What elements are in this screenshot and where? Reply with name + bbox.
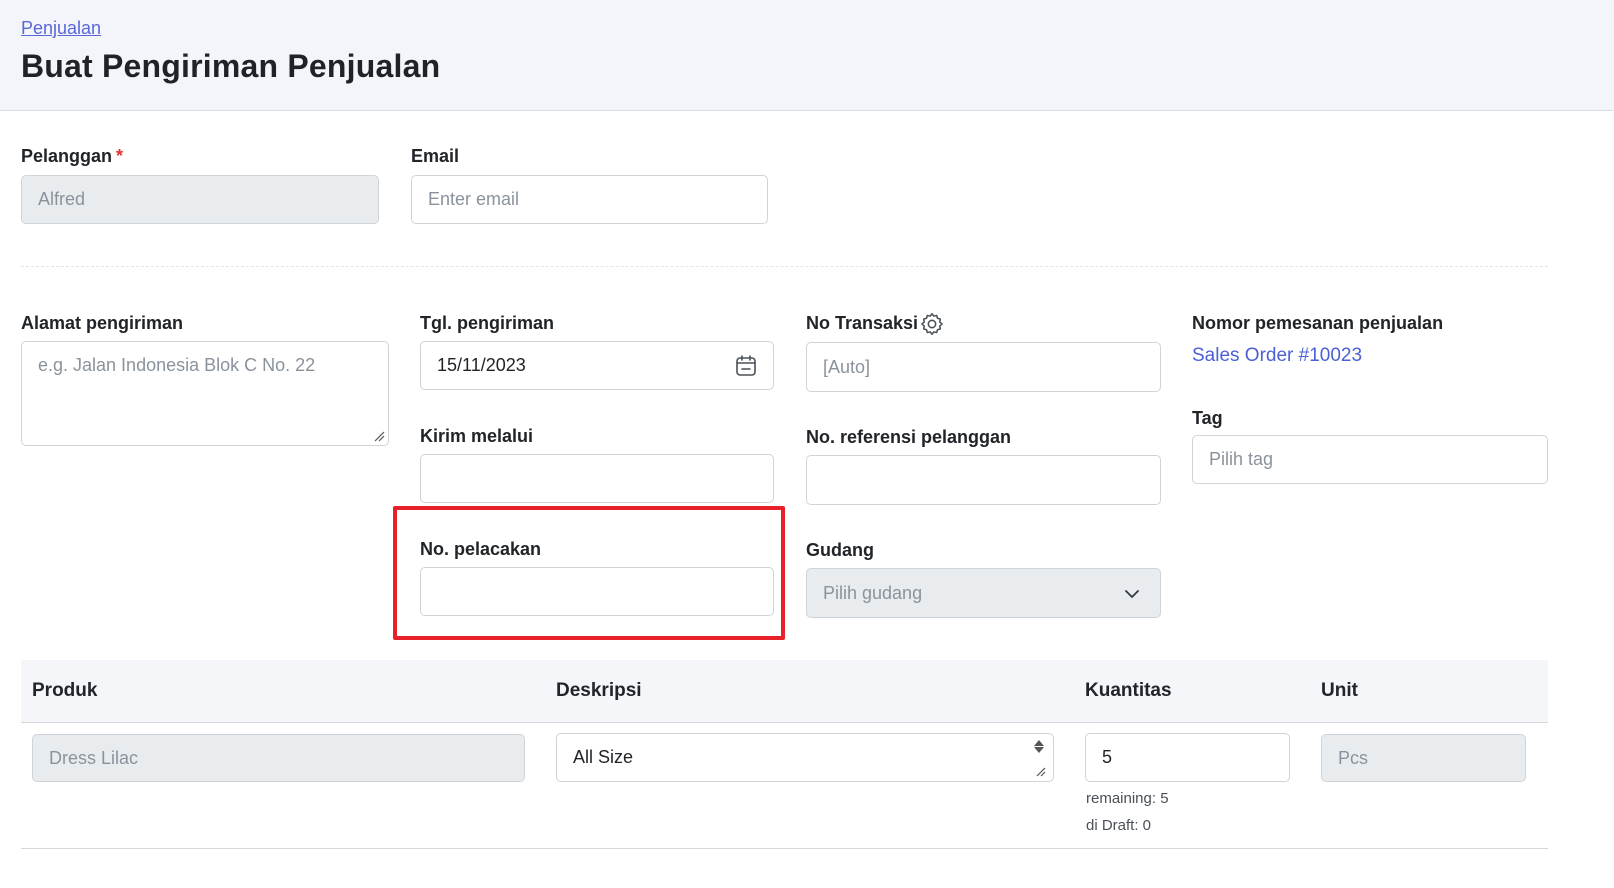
warehouse-placeholder: Pilih gudang <box>823 582 923 603</box>
quantity-field[interactable]: 5 <box>1085 733 1290 782</box>
scroll-arrows-icon[interactable] <box>1029 738 1049 778</box>
shipping-date-field[interactable]: 15/11/2023 <box>420 341 774 390</box>
warehouse-select[interactable]: Pilih gudang <box>806 568 1161 618</box>
description-field[interactable]: All Size <box>556 733 1054 782</box>
unit-field[interactable]: Pcs <box>1321 734 1526 782</box>
tag-placeholder: Pilih tag <box>1209 449 1274 469</box>
table-header: Produk Deskripsi Kuantitas Unit <box>21 660 1548 723</box>
section-divider <box>21 266 1548 267</box>
ship-via-field[interactable] <box>420 454 774 503</box>
customer-value: Alfred <box>38 189 86 209</box>
resize-grip-icon[interactable] <box>374 431 385 442</box>
sales-order-link[interactable]: Sales Order #10023 <box>1192 345 1362 367</box>
chevron-down-icon[interactable] <box>1123 585 1141 603</box>
shipping-address-placeholder: e.g. Jalan Indonesia Blok C No. 22 <box>38 355 316 375</box>
customer-field[interactable]: Alfred <box>21 175 379 224</box>
customer-label-text: Pelanggan <box>21 146 113 166</box>
unit-value: Pcs <box>1338 747 1369 768</box>
email-placeholder: Enter email <box>428 189 520 209</box>
description-scrollbar[interactable] <box>1029 738 1049 778</box>
transaction-no-placeholder: [Auto] <box>823 356 871 377</box>
email-label: Email <box>411 146 460 166</box>
tag-select[interactable]: Pilih tag <box>1192 435 1548 484</box>
ship-via-label: Kirim melalui <box>420 426 534 446</box>
sales-order-label: Nomor pemesanan penjualan <box>1192 313 1444 333</box>
product-field[interactable]: Dress Lilac <box>32 734 525 782</box>
customer-reference-label: No. referensi pelanggan <box>806 427 1012 447</box>
shipping-address-label: Alamat pengiriman <box>21 313 184 333</box>
customer-reference-field[interactable] <box>806 455 1161 505</box>
page-title: Buat Pengiriman Penjualan <box>21 48 441 84</box>
breadcrumb-penjualan[interactable]: Penjualan <box>21 18 101 39</box>
remaining-text: remaining: 5 <box>1086 790 1169 807</box>
product-value: Dress Lilac <box>49 747 139 768</box>
description-value: All Size <box>573 747 634 767</box>
transaction-no-label: No Transaksi <box>806 313 919 333</box>
shipping-date-label: Tgl. pengiriman <box>420 313 555 333</box>
page-header: Penjualan Buat Pengiriman Penjualan <box>0 0 1614 111</box>
transaction-no-field[interactable]: [Auto] <box>806 342 1161 392</box>
quantity-value: 5 <box>1102 747 1113 767</box>
tracking-no-field[interactable] <box>420 567 774 616</box>
table-row-divider <box>21 848 1548 849</box>
column-header-kuantitas: Kuantitas <box>1085 680 1172 701</box>
shipping-address-textarea[interactable]: e.g. Jalan Indonesia Blok C No. 22 <box>21 341 389 446</box>
shipping-date-value: 15/11/2023 <box>437 355 526 375</box>
warehouse-label: Gudang <box>806 540 874 560</box>
column-header-unit: Unit <box>1321 680 1358 701</box>
tracking-no-label: No. pelacakan <box>420 539 542 559</box>
calendar-icon[interactable] <box>734 354 758 378</box>
required-mark: * <box>116 146 124 166</box>
email-field[interactable]: Enter email <box>411 175 768 224</box>
tag-label: Tag <box>1192 408 1223 428</box>
customer-label: Pelanggan * <box>21 146 123 167</box>
gear-icon[interactable] <box>919 311 945 337</box>
draft-text: di Draft: 0 <box>1086 817 1152 834</box>
column-header-deskripsi: Deskripsi <box>556 680 642 701</box>
column-header-produk: Produk <box>32 680 98 701</box>
